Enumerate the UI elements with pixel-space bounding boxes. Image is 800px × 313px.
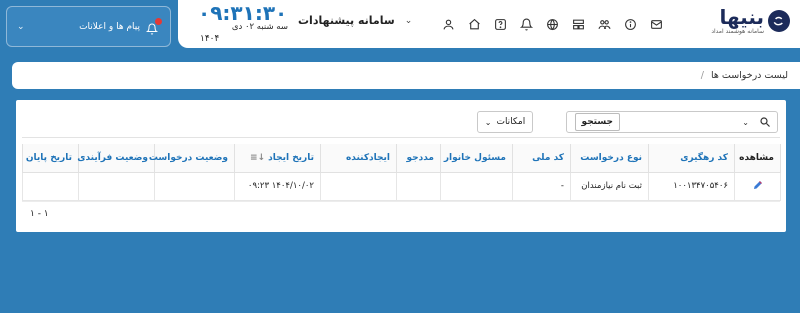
column-header[interactable]: وضعیت درخواست (149, 144, 235, 173)
client-cell (396, 172, 441, 201)
column-header[interactable]: تاریخ پایان (22, 144, 79, 173)
people-icon[interactable] (591, 14, 617, 34)
record-count: ۱ - ۱ (30, 209, 49, 219)
toolbar: ⌄ امکانات ⌄ جستجو (22, 108, 780, 138)
table-row[interactable]: ۱۰۰۱۳۴۷۰۵۴۰۶ ثبت نام نیازمندان - ۱۴۰۴/۱۰… (22, 172, 781, 201)
search-button[interactable]: جستجو (574, 113, 620, 131)
system-label: سامانه پیشنهادات (298, 14, 395, 27)
table-header-row: مشاهده کد رهگیری نوع درخواست کد ملی مسئو… (22, 144, 781, 173)
home-icon[interactable] (461, 14, 487, 34)
clock-block: ۰۹:۳۱:۳۰ سه شنبه ۰۲ دی ۱۴۰۴ (198, 0, 288, 48)
logo-subtitle: سامانه هوشمند امداد (711, 28, 764, 35)
column-header[interactable]: نوع درخواست (570, 144, 649, 173)
breadcrumb-separator: / (700, 70, 704, 81)
creator-cell (320, 172, 397, 201)
breadcrumb: / لیست درخواست ها (701, 70, 788, 81)
notification-dot (155, 17, 162, 25)
column-header[interactable]: وضعیت فرآیندی (77, 144, 155, 173)
divider (22, 201, 780, 202)
content-panel: ⌄ امکانات ⌄ جستجو مشاهده کد رهگیری نوع د… (16, 100, 786, 232)
logo-mark-icon (768, 9, 790, 32)
dashboard-icon[interactable] (565, 14, 591, 34)
created-at-cell: ۱۴۰۴/۱۰/۰۲ ۰۹:۲۳ (234, 172, 321, 201)
date: سه شنبه ۰۲ دی (231, 22, 288, 32)
end-date-cell (22, 172, 79, 201)
process-status-cell (78, 172, 155, 201)
created-at-header: تاریخ ایجاد (268, 152, 314, 163)
sort-desc-icon: ↓≡ (250, 152, 266, 163)
tracking-code-cell: ۱۰۰۱۳۴۷۰۵۴۰۶ (648, 172, 735, 201)
column-header[interactable]: کد رهگیری (648, 144, 735, 173)
view-cell[interactable] (734, 172, 781, 201)
breadcrumb-current[interactable]: لیست درخواست ها (711, 70, 788, 81)
options-label: امکانات (496, 117, 526, 127)
logo-name: بنیها (719, 5, 764, 29)
column-header: مشاهده (734, 144, 781, 173)
notifications-label: پیام ها و اعلانات (79, 21, 140, 32)
chevron-down-icon: ⌄ (17, 21, 25, 32)
search-chevron-icon[interactable]: ⌄ (742, 118, 749, 127)
options-button[interactable]: ⌄ امکانات (477, 111, 533, 133)
column-header[interactable]: مسئول خانوار (440, 144, 513, 173)
column-header[interactable]: ایجادکننده (320, 144, 397, 173)
chevron-down-icon: ⌄ (404, 15, 413, 26)
household-head-cell (440, 172, 513, 201)
header-icons: ۰ (435, 14, 669, 34)
national-code-cell: - (512, 172, 571, 201)
info-icon[interactable] (617, 14, 643, 34)
column-header[interactable]: مددجو (396, 144, 441, 173)
notifications-box[interactable]: ⌄ پیام ها و اعلانات (6, 6, 171, 47)
requests-table: مشاهده کد رهگیری نوع درخواست کد ملی مسئو… (22, 144, 781, 201)
search-icon[interactable] (753, 116, 777, 128)
app-logo[interactable]: بنیها سامانه هوشمند امداد (711, 6, 790, 35)
year: ۱۴۰۴ (200, 34, 220, 44)
breadcrumb-bar: / لیست درخواست ها (12, 62, 800, 89)
help-icon[interactable] (487, 14, 513, 34)
system-selector[interactable]: سامانه پیشنهادات ⌄ (298, 14, 412, 27)
user-icon[interactable] (435, 14, 461, 34)
edit-pencil-icon[interactable] (752, 180, 764, 194)
request-status-cell (154, 172, 235, 201)
notification-bell-icon[interactable] (145, 17, 162, 34)
globe-icon[interactable] (539, 14, 565, 34)
chevron-down-icon: ⌄ (484, 117, 492, 127)
top-header: ۰۹:۳۱:۳۰ سه شنبه ۰۲ دی ۱۴۰۴ سامانه پیشنه… (178, 0, 800, 48)
inbox-icon[interactable]: ۰ (643, 14, 669, 34)
request-type-cell: ثبت نام نیازمندان (570, 172, 649, 201)
bell-icon[interactable] (513, 14, 539, 34)
column-header-sorted[interactable]: تاریخ ایجاد↓≡ (234, 144, 321, 173)
column-header[interactable]: کد ملی (512, 144, 571, 173)
